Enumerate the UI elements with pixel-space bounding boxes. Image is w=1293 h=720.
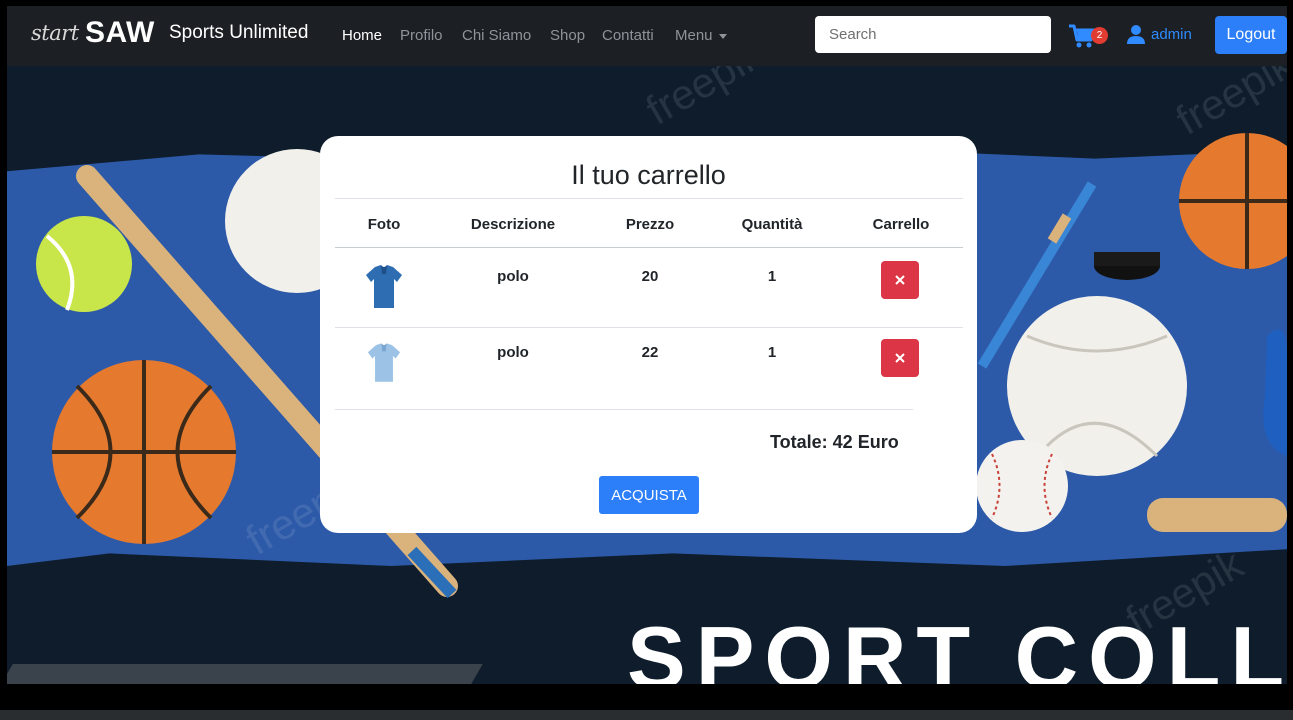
svg-text:freepik: freepik <box>1168 66 1287 144</box>
nav-link-home[interactable]: Home <box>342 27 382 44</box>
nav-link-profilo[interactable]: Profilo <box>400 27 443 44</box>
column-header-quantita: Quantità <box>741 216 803 233</box>
brand-name[interactable]: Sports Unlimited <box>169 22 308 44</box>
cart-button[interactable]: 2 <box>1068 23 1108 51</box>
browser-frame: start SAW Sports Unlimited Home Profilo … <box>0 0 1293 720</box>
user-icon <box>1127 25 1145 44</box>
cart-modal: Il tuo carrello Foto Descrizione Prezzo … <box>320 136 977 533</box>
title-divider <box>335 198 963 199</box>
product-image-polo <box>367 343 401 382</box>
column-header-foto: Foto <box>367 216 401 233</box>
item-price: 20 <box>641 268 659 285</box>
column-header-carrello: Carrello <box>872 216 930 233</box>
user-menu[interactable]: admin <box>1126 24 1192 44</box>
decorative-band <box>7 664 483 684</box>
user-name: admin <box>1151 25 1192 43</box>
cart-count-badge: 2 <box>1091 27 1108 44</box>
nav-link-shop[interactable]: Shop <box>550 27 585 44</box>
remove-item-button[interactable] <box>881 339 919 377</box>
caret-down-icon <box>718 33 727 39</box>
item-quantity: 1 <box>767 344 777 361</box>
brand-script-text: start <box>31 21 79 45</box>
logout-button[interactable]: Logout <box>1215 16 1287 54</box>
item-price: 22 <box>641 344 659 361</box>
item-description: polo <box>497 344 529 361</box>
total-divider <box>335 409 913 410</box>
row-divider <box>335 327 963 328</box>
svg-text:freepik: freepik <box>638 66 772 134</box>
remove-item-button[interactable] <box>881 261 919 299</box>
nav-link-chi-siamo[interactable]: Chi Siamo <box>462 27 531 44</box>
nav-dropdown-menu[interactable]: Menu <box>675 27 727 44</box>
close-icon <box>895 275 905 285</box>
taskbar-edge <box>0 710 1293 720</box>
buy-button[interactable]: ACQUISTA <box>599 476 699 514</box>
top-navbar: start SAW Sports Unlimited Home Profilo … <box>7 6 1287 66</box>
brand-logo[interactable]: SAW <box>85 16 155 50</box>
product-image-polo <box>366 265 402 308</box>
hero-banner-text: SPORT COLLECTI <box>627 608 1287 685</box>
nav-link-contatti[interactable]: Contatti <box>602 27 654 44</box>
header-divider <box>335 247 963 248</box>
cart-total: Totale: 42 Euro <box>770 432 899 452</box>
close-icon <box>895 353 905 363</box>
column-header-prezzo: Prezzo <box>625 216 675 233</box>
column-header-descrizione: Descrizione <box>470 216 556 233</box>
cart-title: Il tuo carrello <box>571 160 726 190</box>
menu-label: Menu <box>675 27 713 44</box>
item-description: polo <box>497 268 529 285</box>
item-quantity: 1 <box>767 268 777 285</box>
search-input[interactable] <box>815 16 1051 53</box>
